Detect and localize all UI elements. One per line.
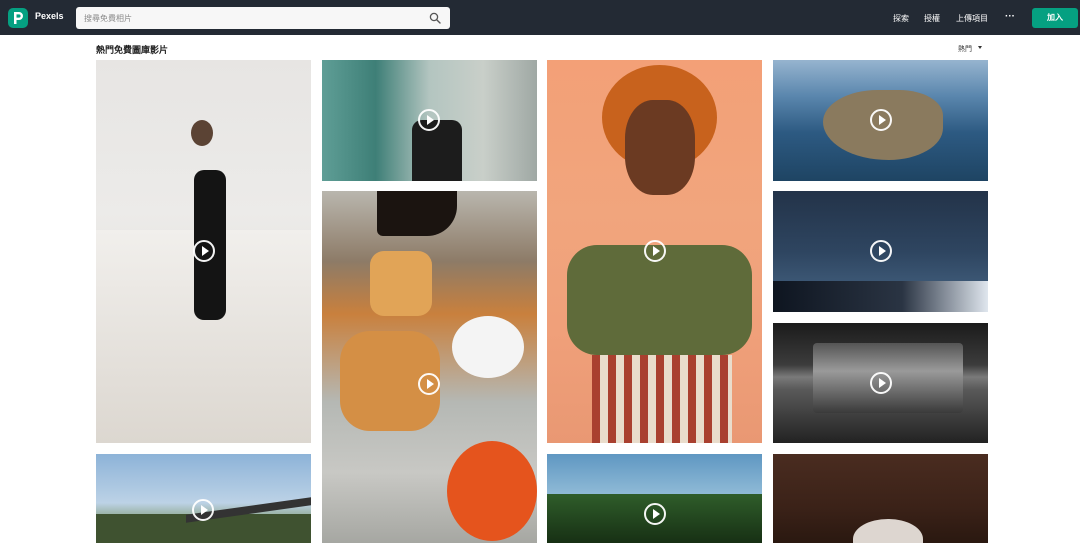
section-title: 熱門免費圖庫影片 xyxy=(96,45,169,55)
video-tile-woman-portrait[interactable] xyxy=(547,60,762,443)
join-button[interactable]: 加入 xyxy=(1032,8,1078,28)
face xyxy=(625,100,695,195)
play-icon[interactable] xyxy=(870,109,892,131)
head xyxy=(853,519,923,543)
video-tile-palm-beach[interactable] xyxy=(547,454,762,543)
nav-explore[interactable]: 探索 xyxy=(893,13,909,24)
play-icon[interactable] xyxy=(193,240,215,262)
striped-skirt xyxy=(592,355,732,443)
play-icon[interactable] xyxy=(870,240,892,262)
search-icon[interactable] xyxy=(429,12,441,24)
play-icon[interactable] xyxy=(644,503,666,525)
search-bar[interactable] xyxy=(76,7,450,29)
salmon-roe-bowl xyxy=(447,441,537,541)
pexels-logo-glyph xyxy=(14,12,23,24)
chevron-down-icon[interactable] xyxy=(978,46,982,49)
play-icon[interactable] xyxy=(644,240,666,262)
person-figure xyxy=(412,120,462,181)
brand-name[interactable]: Pexels xyxy=(35,11,64,21)
mountain-horizon xyxy=(773,281,988,312)
video-tile-bridge-landscape[interactable] xyxy=(96,454,311,543)
nav-upload[interactable]: 上傳項目 xyxy=(956,13,988,24)
pancake-stack-back xyxy=(370,251,432,316)
video-tile-train[interactable] xyxy=(773,323,988,443)
video-tile-dark-portrait[interactable] xyxy=(773,454,988,543)
video-tile-island-aerial[interactable] xyxy=(773,60,988,181)
video-tile-night-sky[interactable] xyxy=(773,191,988,312)
video-tile-woman-on-sand[interactable] xyxy=(96,60,311,443)
play-icon[interactable] xyxy=(192,499,214,521)
nav-license[interactable]: 授權 xyxy=(924,13,940,24)
more-menu-button[interactable]: ··· xyxy=(1005,11,1015,22)
play-icon[interactable] xyxy=(418,373,440,395)
green-top xyxy=(567,245,752,355)
pexels-logo-icon[interactable] xyxy=(8,8,28,28)
play-icon[interactable] xyxy=(418,109,440,131)
syrup-bottle xyxy=(377,191,457,236)
video-tile-street-legs[interactable] xyxy=(322,60,537,181)
berry-bowl xyxy=(452,316,524,378)
sort-dropdown[interactable]: 熱門 xyxy=(958,44,972,54)
play-icon[interactable] xyxy=(870,372,892,394)
person-head xyxy=(191,120,213,146)
top-navigation-bar: Pexels 探索 授權 上傳項目 ··· 加入 xyxy=(0,0,1080,35)
search-input[interactable] xyxy=(84,10,414,26)
video-tile-pancakes[interactable] xyxy=(322,191,537,543)
